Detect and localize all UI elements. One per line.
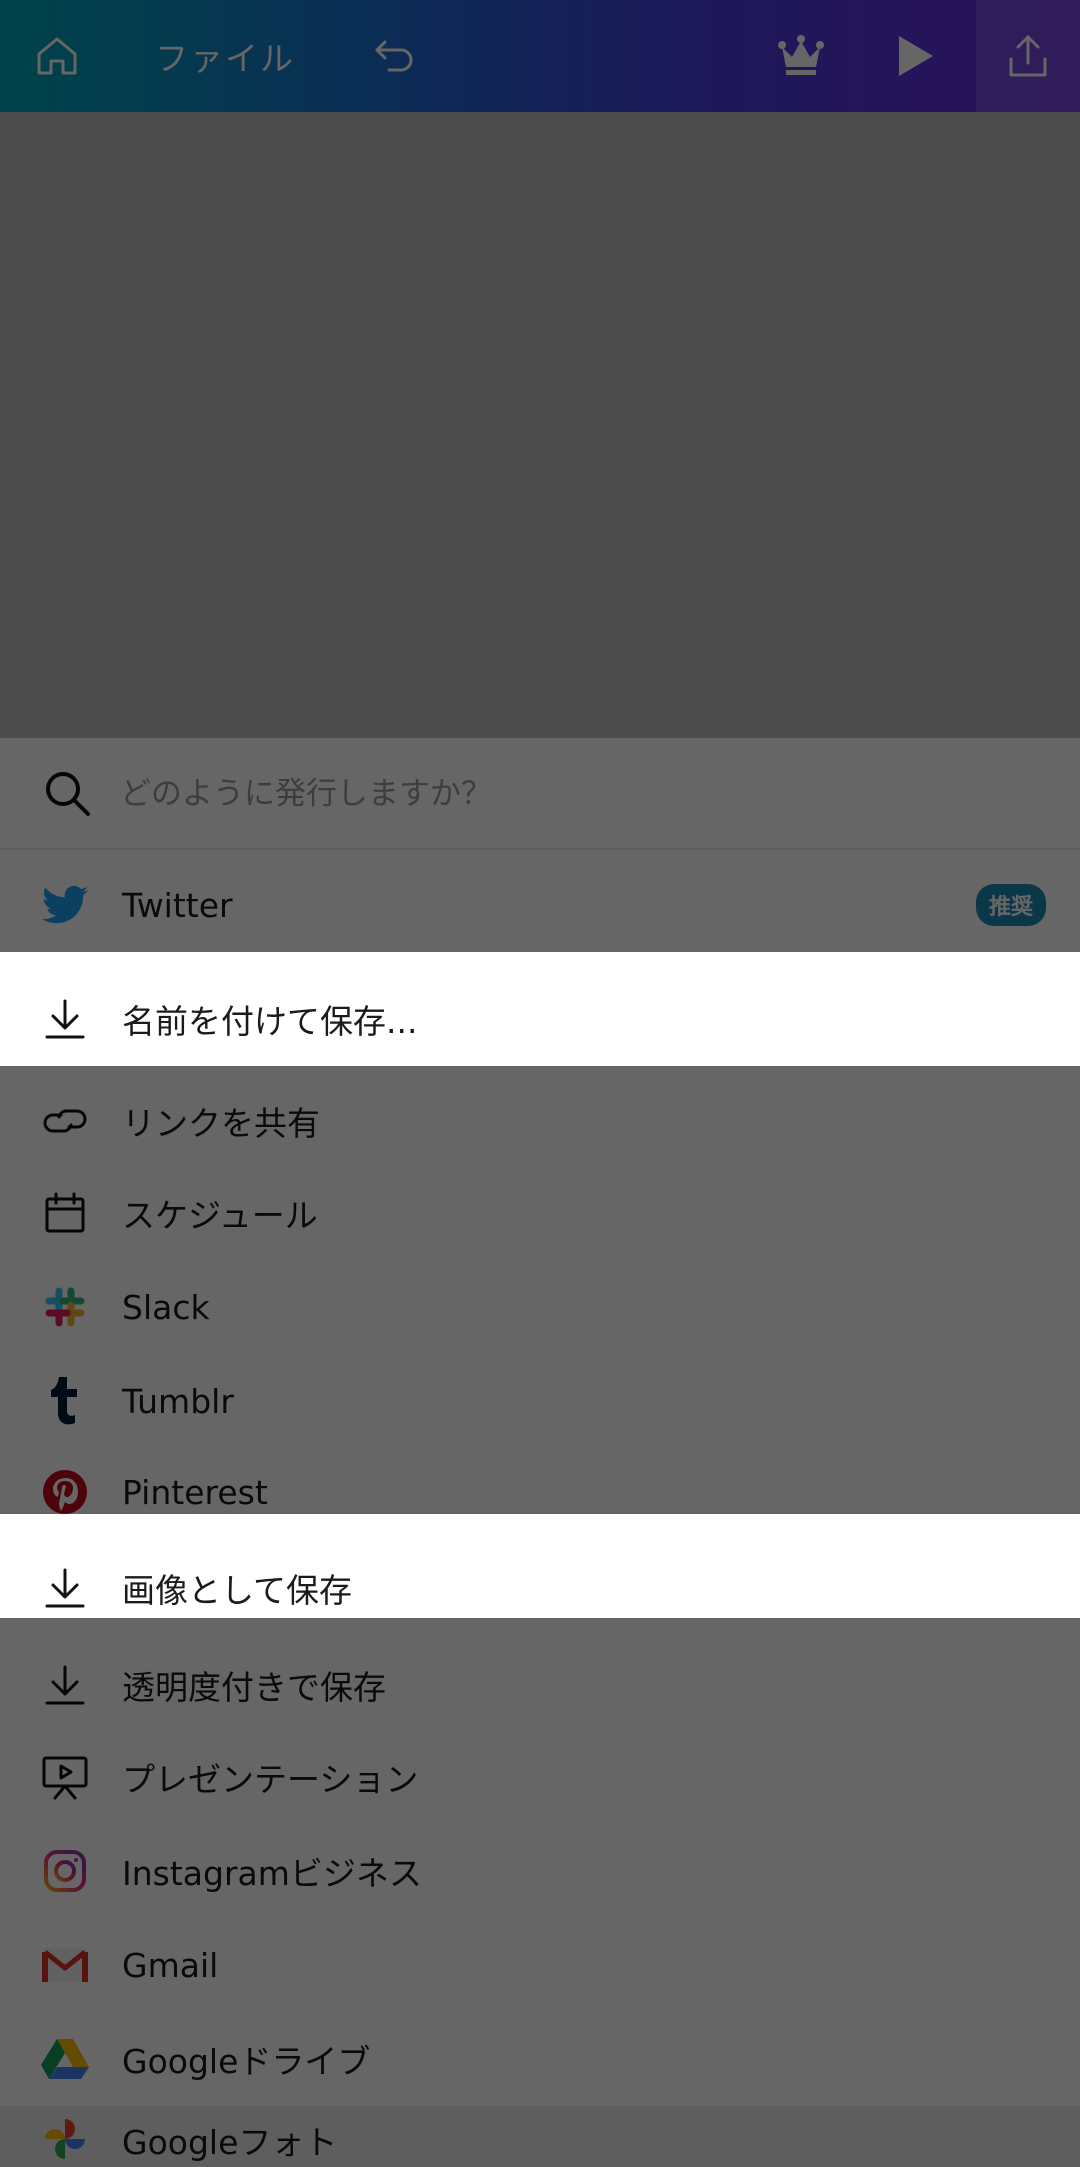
download-icon [40,1660,90,1710]
home-button[interactable] [22,0,92,112]
share-option-label: リンクを共有 [122,1104,320,1143]
share-option-save-as-image[interactable]: 画像として保存 [0,1536,1080,1640]
share-option-label: Pinterest [122,1472,268,1512]
share-upload-icon [1009,35,1047,77]
design-canvas [0,112,1080,738]
presentation-icon [40,1752,90,1802]
file-menu-label: ファイル [155,39,295,78]
premium-button[interactable] [766,0,836,112]
search-bar [0,738,1080,850]
share-option-google-drive[interactable]: Googleドライブ [0,2012,1080,2106]
share-option-label: プレゼンテーション [122,1760,419,1799]
share-option-gmail[interactable]: Gmail [0,1918,1080,2012]
present-button[interactable] [880,0,950,112]
share-option-google-photos[interactable]: Googleフォト [0,2106,1080,2167]
share-option-label: Tumblr [122,1381,234,1421]
undo-icon [375,40,413,72]
share-option-label: Googleドライブ [122,2042,371,2081]
share-option-schedule[interactable]: スケジュール [0,1166,1080,1260]
share-option-label: Gmail [122,1945,219,1985]
download-icon [40,1563,90,1613]
share-button[interactable] [976,0,1080,112]
crown-icon [778,35,824,75]
share-option-label: Slack [122,1287,210,1327]
publish-bottom-sheet: Twitter 推奨 名前を付けて保存... リンクを共有 [0,738,1080,2167]
share-option-share-link[interactable]: リンクを共有 [0,1076,1080,1166]
share-option-tumblr[interactable]: Tumblr [0,1354,1080,1448]
share-option-save-as[interactable]: 名前を付けて保存... [0,962,1080,1076]
twitter-icon [40,880,90,930]
share-option-presentation[interactable]: プレゼンテーション [0,1730,1080,1824]
share-option-slack[interactable]: Slack [0,1260,1080,1354]
share-option-label: 画像として保存 [122,1571,353,1610]
google-photos-icon [40,2114,90,2164]
play-icon [899,36,933,76]
share-option-label: 名前を付けて保存... [122,1002,418,1041]
share-option-save-transparent[interactable]: 透明度付きで保存 [0,1640,1080,1730]
download-icon [40,994,90,1044]
share-option-label: スケジュール [122,1196,318,1235]
link-icon [40,1096,90,1146]
slack-icon [40,1282,90,1332]
search-icon [46,772,90,816]
publish-search-input[interactable] [118,760,1022,828]
screen: ファイル どのように発行しますか？ Twitter 推奨 名前を付けて保存...… [0,0,1080,2167]
share-option-label: Instagramビジネス [122,1854,422,1893]
instagram-icon [40,1846,90,1896]
google-drive-icon [40,2034,90,2084]
share-option-label: Googleフォト [122,2123,338,2162]
share-option-label: Twitter [122,885,233,925]
home-icon [37,37,77,75]
undo-button[interactable] [360,0,430,112]
tumblr-icon [40,1376,90,1426]
gmail-icon [40,1940,90,1990]
pinterest-icon [40,1467,90,1517]
calendar-icon [40,1188,90,1238]
share-option-instagram-business[interactable]: Instagramビジネス [0,1824,1080,1918]
top-app-bar: ファイル [0,0,1080,112]
file-menu-button[interactable]: ファイル [150,0,300,112]
share-option-pinterest[interactable]: Pinterest [0,1448,1080,1536]
share-option-label: 透明度付きで保存 [122,1668,386,1707]
recommended-badge: 推奨 [975,884,1046,926]
share-option-twitter[interactable]: Twitter 推奨 [0,848,1080,962]
